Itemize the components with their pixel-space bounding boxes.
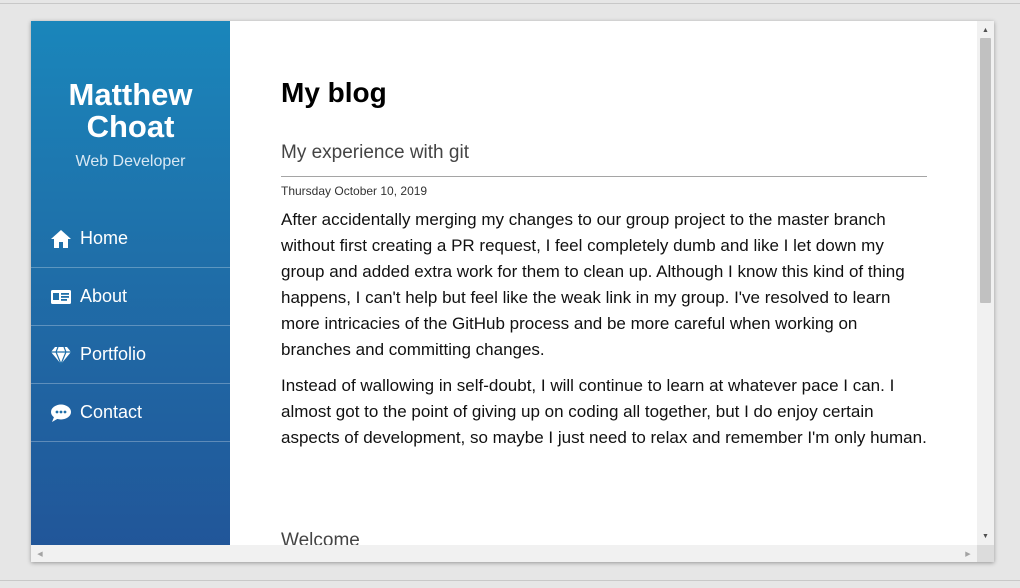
browser-viewport: Matthew Choat Web Developer Home About P… <box>31 21 994 562</box>
page-title: My blog <box>281 77 387 108</box>
post-paragraph: After accidentally merging my changes to… <box>281 210 905 359</box>
post-paragraph: Instead of wallowing in self-doubt, I wi… <box>281 376 927 447</box>
site-owner-name: Matthew Choat <box>31 79 230 143</box>
nav-label-about: About <box>80 286 128 306</box>
nav-item-about[interactable]: About <box>31 268 230 326</box>
top-divider <box>0 3 1020 4</box>
scroll-down-arrow-icon[interactable]: ▼ <box>977 529 994 543</box>
post-title: My experience with git <box>281 142 469 163</box>
main-content: My blog My experience with git Thursday … <box>230 21 977 545</box>
id-card-icon <box>50 286 72 308</box>
post-title-divider <box>281 176 927 177</box>
scroll-left-arrow-icon[interactable]: ◀ <box>33 545 47 562</box>
vertical-scrollbar[interactable]: ▲ ▼ <box>977 21 994 545</box>
nav-item-portfolio[interactable]: Portfolio <box>31 326 230 384</box>
bottom-divider <box>0 580 1020 581</box>
sidebar-nav: Home About Portfolio Contact <box>31 210 230 442</box>
comment-icon <box>50 402 72 424</box>
nav-label-home: Home <box>80 228 129 248</box>
scrollbar-corner <box>977 545 994 562</box>
next-post-title: Welcome <box>281 530 360 545</box>
nav-item-contact[interactable]: Contact <box>31 384 230 442</box>
vertical-scroll-thumb[interactable] <box>980 38 991 303</box>
nav-label-portfolio: Portfolio <box>80 344 147 364</box>
nav-item-home[interactable]: Home <box>31 210 230 268</box>
nav-label-contact: Contact <box>80 402 143 422</box>
gem-icon <box>50 344 72 366</box>
home-icon <box>50 228 72 250</box>
site-subtitle: Web Developer <box>75 153 186 170</box>
scroll-right-arrow-icon[interactable]: ▶ <box>961 545 975 562</box>
post-body: After accidentally merging my changes to… <box>281 207 927 461</box>
sidebar: Matthew Choat Web Developer Home About P… <box>31 21 230 545</box>
horizontal-scrollbar[interactable]: ◀ ▶ <box>31 545 977 562</box>
name-last: Choat <box>86 109 175 144</box>
name-first: Matthew <box>68 77 193 112</box>
post-date: Thursday October 10, 2019 <box>281 184 428 198</box>
scroll-up-arrow-icon[interactable]: ▲ <box>977 23 994 37</box>
